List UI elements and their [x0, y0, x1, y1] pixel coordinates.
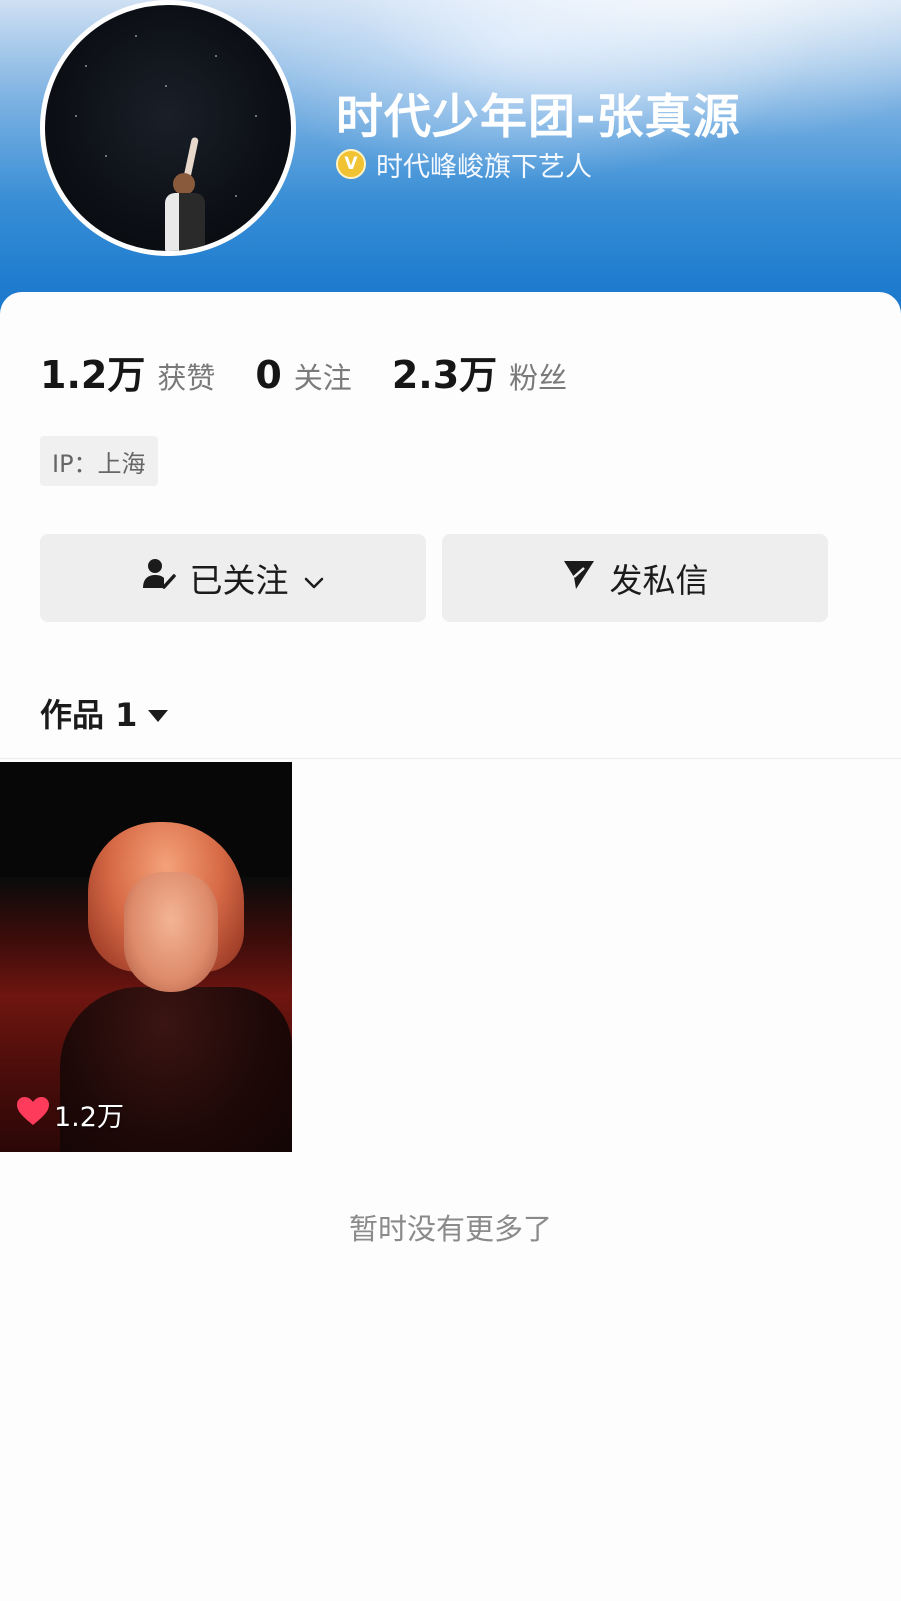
- user-check-icon: [142, 557, 176, 599]
- profile-page: 时代少年团-张真源 V 时代峰峻旗下艺人 1.2万 获赞 0 关注 2.3万 粉…: [0, 0, 901, 1601]
- stat-label: 粉丝: [509, 361, 568, 395]
- video-like-count: 1.2万: [16, 1095, 124, 1134]
- divider: [0, 758, 901, 759]
- profile-banner: 时代少年团-张真源 V 时代峰峻旗下艺人: [0, 0, 901, 330]
- profile-name: 时代少年团-张真源: [336, 90, 741, 145]
- stats-row: 1.2万 获赞 0 关注 2.3万 粉丝: [40, 344, 607, 399]
- send-message-label: 发私信: [609, 561, 709, 600]
- tab-works-label: 作品 1: [40, 696, 138, 734]
- stat-likes[interactable]: 1.2万 获赞: [40, 344, 215, 399]
- video-thumbnail[interactable]: 1.2万: [0, 762, 292, 1152]
- ip-location-tag: IP：上海: [40, 436, 158, 486]
- thumbnail-figure-face: [124, 872, 218, 992]
- caret-down-icon: [147, 694, 169, 732]
- stat-label: 获赞: [157, 361, 216, 395]
- stat-following[interactable]: 0 关注: [255, 353, 351, 397]
- profile-card: 1.2万 获赞 0 关注 2.3万 粉丝 IP：上海 已关注 发私信 作品 1 …: [0, 292, 901, 1601]
- stat-label: 关注: [293, 361, 352, 395]
- avatar[interactable]: [40, 0, 296, 256]
- stat-value: 0: [255, 353, 282, 397]
- verification-row: V 时代峰峻旗下艺人: [336, 144, 592, 184]
- no-more-text: 暂时没有更多了: [348, 1212, 552, 1246]
- video-like-count-text: 1.2万: [54, 1102, 124, 1133]
- avatar-figure-body: [165, 193, 205, 251]
- followed-button[interactable]: 已关注: [40, 534, 426, 622]
- stat-followers[interactable]: 2.3万 粉丝: [392, 344, 567, 399]
- verification-text: 时代峰峻旗下艺人: [376, 151, 592, 183]
- verified-badge-icon: V: [336, 149, 366, 179]
- avatar-figure-head: [173, 173, 195, 195]
- tab-works[interactable]: 作品 1: [40, 690, 169, 736]
- send-message-button[interactable]: 发私信: [442, 534, 828, 622]
- chevron-down-icon: [303, 559, 325, 598]
- heart-icon: [16, 1096, 50, 1133]
- stat-value: 2.3万: [391, 353, 498, 397]
- send-icon: [562, 557, 596, 599]
- followed-button-label: 已关注: [189, 561, 289, 600]
- stat-value: 1.2万: [40, 353, 146, 397]
